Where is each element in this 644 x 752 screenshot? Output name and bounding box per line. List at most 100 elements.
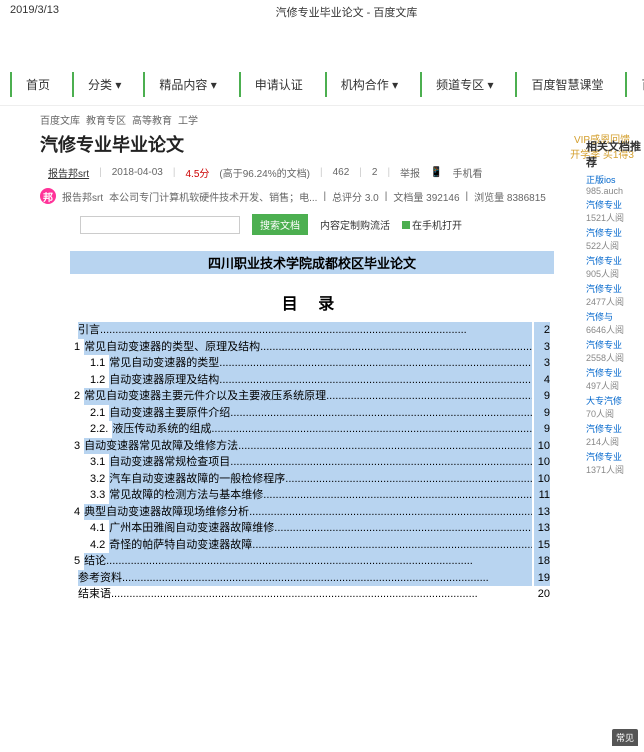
toc-num: 1.2 (90, 372, 105, 389)
toc-line[interactable]: 4.2奇怪的帕萨特自动变速器故障........................… (70, 537, 554, 554)
sidebar-item[interactable]: 汽修专业2477人阅 (584, 281, 644, 309)
sidebar-item[interactable]: 正版ios985.auch (584, 172, 644, 197)
toc-text: 常见自动变速器主要元件介以及主要液压系统原理 (84, 388, 326, 405)
toc-page: 20 (534, 586, 550, 603)
toc-page: 9 (534, 388, 550, 405)
toc-page: 2 (534, 322, 550, 339)
sidebar-item-title: 汽修与 (586, 310, 642, 323)
document-page: 四川职业技术学院成都校区毕业论文 目 录 引言.................… (40, 245, 584, 609)
sidebar-item[interactable]: 汽修专业1521人阅 (584, 197, 644, 225)
nav-item[interactable]: 精品内容 ▾ (143, 72, 230, 97)
sidebar-item[interactable]: 汽修专业905人阅 (584, 253, 644, 281)
toc-num: 3.2 (90, 471, 105, 488)
doc-title: 汽修专业毕业论文 (40, 131, 184, 161)
company-desc: 本公司专门计算机软硬件技术开发、销售；电... (109, 189, 317, 204)
nav-item[interactable]: 申请认证 (239, 72, 317, 97)
sidebar-item-views: 214人阅 (586, 435, 642, 448)
sidebar-item-title: 汽修专业 (586, 450, 642, 463)
search-button[interactable]: 搜索文档 (252, 214, 308, 235)
toc-num: 5 (74, 553, 80, 570)
breadcrumb-item[interactable]: 百度文库 (40, 116, 80, 127)
author-name[interactable]: 报告邦srt (62, 189, 103, 204)
toc-line[interactable]: 3.2汽车自动变速器故障的一般检修程序.....................… (70, 471, 554, 488)
sidebar-item[interactable]: 汽修专业214人阅 (584, 421, 644, 449)
nav-item[interactable]: 频道专区 ▾ (420, 72, 507, 97)
toc-line[interactable]: 引言......................................… (70, 322, 554, 339)
toc-text: 引言 (78, 322, 100, 339)
toc-dots: ........................................… (263, 487, 532, 504)
toc-text: 常见自动变速器的类型、原理及结构 (84, 339, 260, 356)
phone-open-link[interactable]: 在手机打开 (402, 217, 462, 232)
nav-item[interactable]: 首页 (10, 72, 64, 97)
toc-dots: ........................................… (230, 454, 532, 471)
toc-line[interactable]: 5结论.....................................… (70, 553, 554, 570)
nav-item[interactable]: 机构合作 ▾ (325, 72, 412, 97)
footer-tab[interactable]: 常见 (612, 729, 638, 746)
sidebar-item[interactable]: 汽修专业2558人阅 (584, 337, 644, 365)
page-title: 汽修专业毕业论文 - 百度文库 (276, 4, 418, 20)
breadcrumb-item[interactable]: 工学 (178, 116, 198, 127)
toc-line[interactable]: 4典型自动变速器故障现场维修分析........................… (70, 504, 554, 521)
toc-line[interactable]: 3.3常见故障的检测方法与基本维修.......................… (70, 487, 554, 504)
docnum: 文档量 392146 (393, 189, 459, 204)
doc-date: 2018-04-03 (112, 167, 163, 178)
toc-num: 1.1 (90, 355, 105, 372)
toc-page: 10 (534, 471, 550, 488)
toc-line[interactable]: 参考资料....................................… (70, 570, 554, 587)
toc-page: 3 (534, 355, 550, 372)
toc-page: 9 (534, 421, 550, 438)
toc-num: 4.2 (90, 537, 105, 554)
toc-dots: ........................................… (326, 388, 532, 405)
toc-dots: ........................................… (211, 421, 532, 438)
search-input[interactable] (80, 216, 240, 234)
breadcrumb-item[interactable]: 高等教育 (132, 116, 172, 127)
sidebar-item-views: 522人阅 (586, 239, 642, 252)
toc-dots: ........................................… (238, 438, 532, 455)
toc-line[interactable]: 2.2.液压传动系统的组成...........................… (70, 421, 554, 438)
page-heading: 四川职业技术学院成都校区毕业论文 (70, 251, 554, 274)
sidebar-item-views: 6646人阅 (586, 323, 642, 336)
nav-item[interactable]: 百度智慧课堂 (515, 72, 617, 97)
sidebar-item-views: 2558人阅 (586, 351, 642, 364)
toc-page: 4 (534, 372, 550, 389)
toc-line[interactable]: 1.1 常见自动变速器的类型...........................… (70, 355, 554, 372)
toc-page: 3 (534, 339, 550, 356)
toc-line[interactable]: 4.1广州本田雅阁自动变速器故障维修......................… (70, 520, 554, 537)
views-2: 2 (372, 167, 378, 178)
toc-text: 奇怪的帕萨特自动变速器故障 (109, 537, 252, 554)
toc-line[interactable]: 1.2自动变速器原理及结构...........................… (70, 372, 554, 389)
breadcrumb-item[interactable]: 教育专区 (86, 116, 126, 127)
sidebar-item[interactable]: 汽修与6646人阅 (584, 309, 644, 337)
author-link[interactable]: 报告邦srt (48, 165, 89, 180)
toc-line[interactable]: 2常见自动变速器主要元件介以及主要液压系统原理.................… (70, 388, 554, 405)
report-link[interactable]: 举报 (400, 165, 420, 180)
toc-line[interactable]: 结束语.....................................… (70, 586, 554, 603)
toc-dots: ........................................… (249, 504, 532, 521)
sidebar-item[interactable]: 汽修专业1371人阅 (584, 449, 644, 477)
toc-text: 自动变速器原理及结构 (109, 372, 219, 389)
sidebar-item[interactable]: 汽修专业522人阅 (584, 225, 644, 253)
toc-dots: ........................................… (260, 339, 532, 356)
sidebar-item[interactable]: 大专汽修70人阅 (584, 393, 644, 421)
toc-line[interactable]: 1常见自动变速器的类型、原理及结构.......................… (70, 339, 554, 356)
sidebar-item-title: 正版ios (586, 173, 642, 186)
toc-line[interactable]: 2.1自动变速器主要原件介绍..........................… (70, 405, 554, 422)
toc-page: 13 (534, 504, 550, 521)
toc-page: 18 (534, 553, 550, 570)
nav-item[interactable]: 百度教育VIP▾ (625, 72, 644, 97)
doc-rating: 4.5分 (185, 165, 209, 180)
sidebar-item[interactable]: 汽修专业497人阅 (584, 365, 644, 393)
sidebar-item-views: 70人阅 (586, 407, 642, 420)
toc-text: 参考资料 (78, 570, 122, 587)
toc-line[interactable]: 3自动变速器常见故障及维修方法.........................… (70, 438, 554, 455)
sidebar-item-title: 汽修专业 (586, 366, 642, 379)
phone-link[interactable]: 手机看 (453, 165, 483, 180)
toc-dots: ........................................… (219, 355, 532, 372)
toc-text: 液压传动系统的组成 (112, 421, 211, 438)
toc-text: 常见自动变速器的类型 (109, 355, 219, 372)
toc-num: 4 (74, 504, 80, 521)
toc-line[interactable]: 3.1自动变速器常规检查项目..........................… (70, 454, 554, 471)
avatar[interactable]: 邦 (40, 188, 56, 204)
custom-link[interactable]: 内容定制购流活 (320, 217, 390, 232)
nav-item[interactable]: 分类 ▾ (72, 72, 135, 97)
